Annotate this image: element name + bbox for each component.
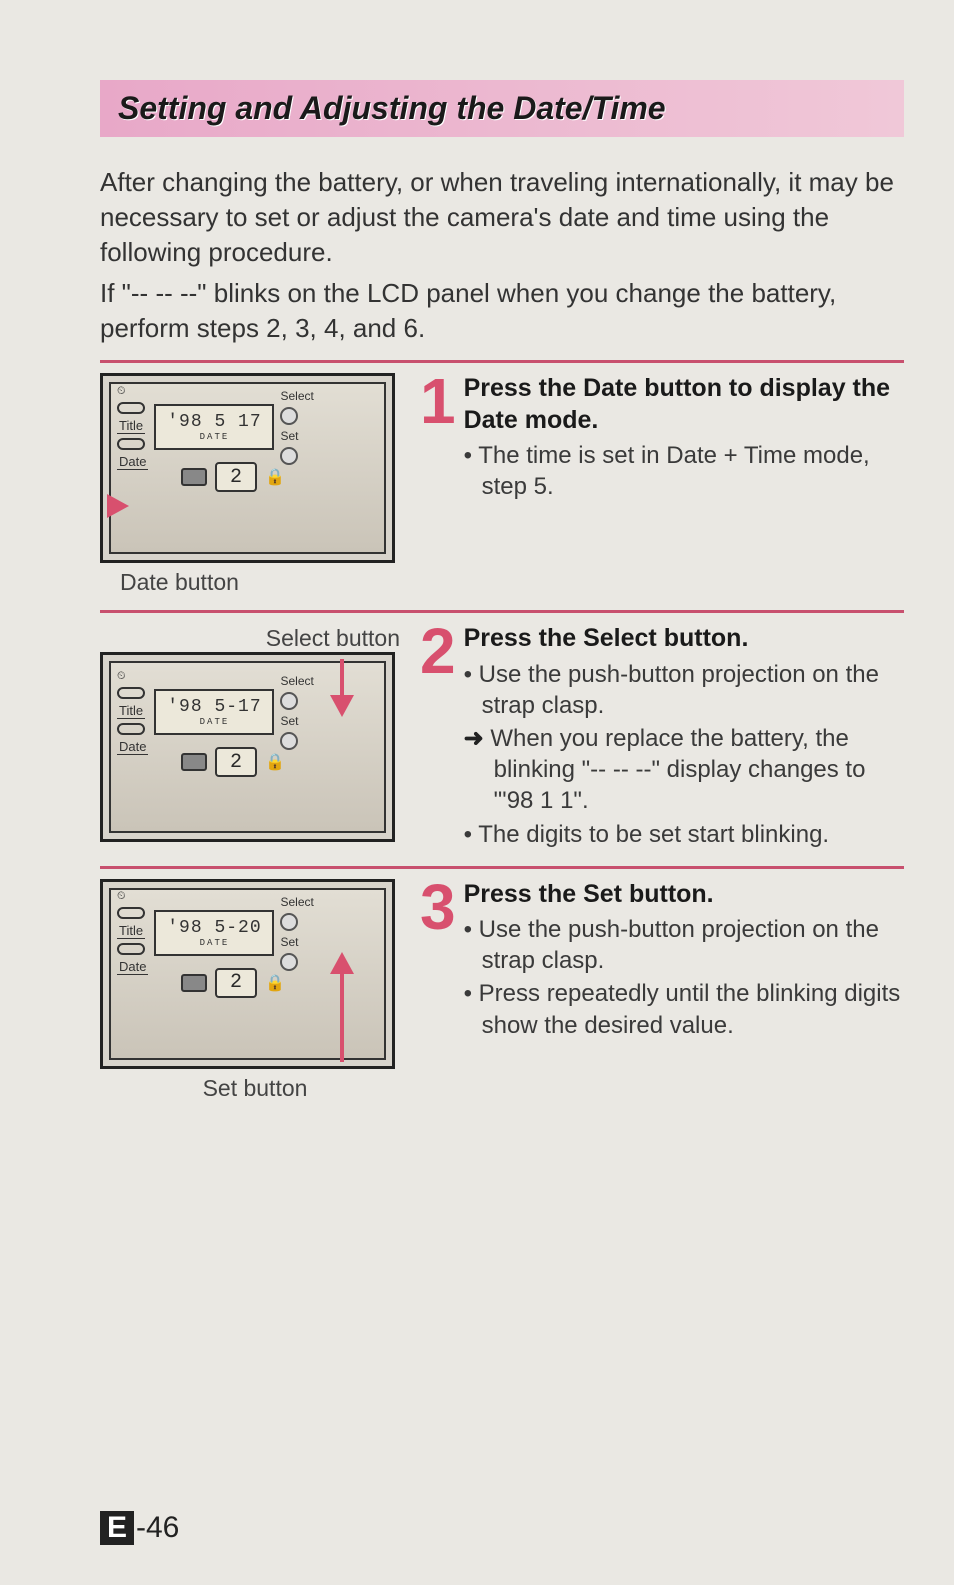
select-label: Select: [280, 389, 313, 403]
frame-counter: 2: [215, 747, 257, 777]
lock-icon: 🔒: [265, 752, 285, 772]
film-icon: [181, 974, 207, 992]
figure-caption-2: Select button: [100, 625, 410, 652]
page-number-value: -46: [136, 1511, 179, 1544]
pointer-stem: [340, 659, 344, 699]
step-2-title: Press the Select button.: [464, 623, 904, 654]
step-2-arrow-1: When you replace the battery, the blinki…: [464, 723, 904, 817]
film-icon: [181, 468, 207, 486]
set-label: Set: [280, 714, 313, 728]
intro-bold: If "-- -- --" blinks on the LCD panel wh…: [100, 276, 904, 346]
frame-counter: 2: [215, 968, 257, 998]
lcd-main: '98 5 17: [167, 412, 261, 432]
set-button-icon: [280, 732, 298, 750]
title-button-label: Title: [117, 418, 145, 434]
lcd-main: '98 5-17: [167, 697, 261, 717]
lcd-sub: DATE: [200, 938, 230, 948]
set-label: Set: [280, 429, 313, 443]
lcd-screen: '98 5 17 DATE: [154, 404, 274, 450]
pointer-stem: [340, 972, 344, 1062]
step-1-bullet-1: The time is set in Date + Time mode, ste…: [464, 440, 904, 502]
lcd-screen: '98 5-17 DATE: [154, 689, 274, 735]
figure-step-1: ⏲ Title Date '98 5 17 DATE Select Set: [100, 373, 395, 563]
page-number-prefix: E: [100, 1511, 134, 1545]
select-label: Select: [280, 895, 313, 909]
select-button-icon: [280, 692, 298, 710]
step-number-2: 2: [420, 623, 456, 681]
pointer-arrow-icon: [107, 494, 129, 518]
lcd-sub: DATE: [200, 717, 230, 727]
title-button-label: Title: [117, 923, 145, 939]
step-3-bullet-1: Use the push-button projection on the st…: [464, 914, 904, 976]
figure-step-3: ⏲ Title Date '98 5-20 DATE Select Set: [100, 879, 395, 1069]
date-button-label: Date: [117, 454, 148, 470]
step-1: ⏲ Title Date '98 5 17 DATE Select Set: [100, 373, 904, 596]
timer-icon: ⏲: [117, 670, 126, 683]
step-3-bullet-2: Press repeatedly until the blinking digi…: [464, 978, 904, 1040]
step-2-bullet-1: Use the push-button projection on the st…: [464, 659, 904, 721]
section-title: Setting and Adjusting the Date/Time: [118, 90, 666, 126]
lcd-screen: '98 5-20 DATE: [154, 910, 274, 956]
date-button-label: Date: [117, 959, 148, 975]
select-button-icon: [280, 407, 298, 425]
step-3-title: Press the Set button.: [464, 879, 904, 910]
film-icon: [181, 753, 207, 771]
section-title-bar: Setting and Adjusting the Date/Time: [100, 80, 904, 137]
title-button-label: Title: [117, 703, 145, 719]
select-label: Select: [280, 674, 313, 688]
timer-icon: ⏲: [117, 890, 126, 903]
step-3: ⏲ Title Date '98 5-20 DATE Select Set: [100, 879, 904, 1102]
step-2: Select button ⏲ Title Date '98 5-17 DATE: [100, 623, 904, 851]
step-2-bullet-2: The digits to be set start blinking.: [464, 819, 904, 850]
divider: [100, 610, 904, 613]
divider: [100, 360, 904, 363]
lcd-sub: DATE: [200, 432, 230, 442]
set-label: Set: [280, 935, 313, 949]
figure-caption-3: Set button: [100, 1075, 410, 1102]
lock-icon: 🔒: [265, 973, 285, 993]
figure-step-2: ⏲ Title Date '98 5-17 DATE Select Set: [100, 652, 395, 842]
intro-text: After changing the battery, or when trav…: [100, 165, 904, 270]
set-button-icon: [280, 447, 298, 465]
step-number-1: 1: [420, 373, 456, 431]
lock-icon: 🔒: [265, 467, 285, 487]
pointer-arrow-icon: [330, 952, 354, 974]
select-button-icon: [280, 913, 298, 931]
timer-icon: ⏲: [117, 385, 126, 398]
step-number-3: 3: [420, 879, 456, 937]
figure-caption-1: Date button: [100, 569, 410, 596]
date-button-label: Date: [117, 739, 148, 755]
lcd-main: '98 5-20: [167, 918, 261, 938]
set-button-icon: [280, 953, 298, 971]
divider: [100, 866, 904, 869]
step-1-title: Press the Date button to display the Dat…: [464, 373, 904, 436]
page-number: E-46: [100, 1511, 179, 1545]
frame-counter: 2: [215, 462, 257, 492]
pointer-arrow-icon: [330, 695, 354, 717]
